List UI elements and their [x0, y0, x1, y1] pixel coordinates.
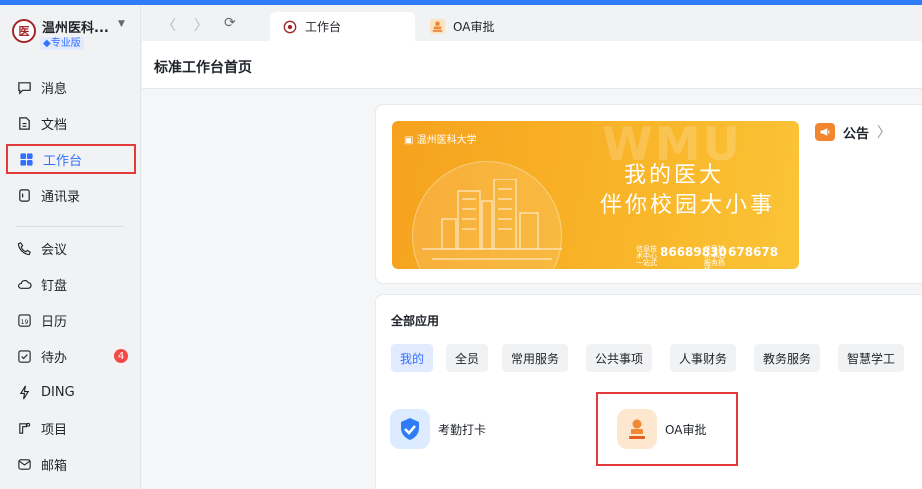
oa-approval-highlight-box	[596, 392, 738, 466]
org-switcher[interactable]: 医 温州医科... ▼ ◆专业版	[10, 15, 135, 55]
category-chip-all-staff[interactable]: 全员	[446, 344, 489, 372]
banner-slogan-line1: 我的医大	[624, 163, 725, 188]
sidebar-item-contacts[interactable]: 通讯录	[6, 180, 136, 210]
edition-badge: ◆专业版	[40, 37, 84, 50]
banner-phone2: 678678	[728, 245, 779, 259]
sidebar-item-label: 消息	[41, 81, 68, 97]
sidebar-item-label: DING	[41, 384, 75, 400]
org-name: 温州医科...	[42, 21, 109, 36]
banner-logo-text: 温州医科大学	[416, 135, 477, 146]
sidebar-item-label: 钉盘	[41, 278, 68, 294]
sidebar-item-calendar[interactable]: 19 日历	[6, 305, 136, 335]
sidebar-item-meeting[interactable]: 会议	[6, 233, 136, 263]
sidebar-item-dingpan[interactable]: 钉盘	[6, 269, 136, 299]
cloud-icon	[16, 276, 32, 292]
caret-down-icon[interactable]: ▼	[118, 19, 125, 29]
campus-buildings-illustration	[422, 179, 562, 260]
megaphone-icon	[815, 123, 835, 141]
forward-arrow-icon[interactable]: 〉	[194, 15, 208, 35]
attendance-check-icon	[390, 409, 430, 449]
sidebar-item-todo[interactable]: 待办 4	[6, 341, 136, 371]
apps-section-title: 全部应用	[391, 314, 440, 328]
chevron-right-icon[interactable]: 〉	[877, 122, 891, 142]
org-logo: 医	[12, 19, 36, 43]
sidebar-item-mail[interactable]: 邮箱	[6, 449, 136, 479]
banner-phone2-label: 信息技术中心服务热线	[704, 245, 725, 270]
sidebar-item-label: 会议	[41, 242, 68, 258]
ding-icon	[16, 384, 32, 400]
category-chip-academic-services[interactable]: 教务服务	[754, 344, 821, 372]
tab-bar: 〈 〉 ⟳ 工作台 OA审批	[142, 5, 922, 41]
tab-label: OA审批	[453, 20, 495, 34]
calendar-day: 19	[20, 318, 28, 325]
mail-icon	[16, 456, 32, 472]
category-chip-hr-finance[interactable]: 人事财务	[670, 344, 737, 372]
notice-label: 公告	[843, 126, 870, 142]
page-title: 标准工作台首页	[154, 60, 252, 76]
sidebar-item-label: 待办	[41, 350, 68, 366]
contacts-icon	[16, 187, 32, 203]
message-icon	[16, 79, 32, 95]
oa-approval-stamp-icon	[430, 19, 445, 34]
sidebar-item-label: 项目	[41, 422, 68, 438]
project-icon	[16, 420, 32, 436]
todo-count-badge: 4	[114, 349, 128, 363]
sidebar-item-workbench[interactable]: 工作台	[6, 144, 136, 174]
sidebar-item-label: 通讯录	[41, 189, 81, 205]
org-logo-small-icon	[282, 19, 297, 34]
back-arrow-icon[interactable]: 〈	[162, 15, 176, 35]
app-attendance[interactable]: 考勤打卡	[390, 409, 486, 449]
category-chip-mine[interactable]: 我的	[391, 344, 434, 372]
category-chip-public-affairs[interactable]: 公共事项	[586, 344, 653, 372]
sidebar-divider	[16, 226, 124, 227]
notice-header[interactable]: 公告 〉	[815, 122, 891, 142]
sidebar-item-project[interactable]: 项目	[6, 413, 136, 443]
sidebar-item-label: 日历	[41, 314, 68, 330]
banner-phone1-label: 信息技术中心一站式	[636, 245, 657, 267]
banner-slogan-line2: 伴你校园大小事	[600, 193, 776, 218]
page-header: 标准工作台首页	[142, 41, 922, 89]
todo-icon	[16, 348, 32, 364]
category-chip-smart-student-affairs[interactable]: 智慧学工	[838, 344, 905, 372]
tab-workbench[interactable]: 工作台	[270, 12, 415, 41]
tab-oa-approval[interactable]: OA审批	[418, 12, 558, 41]
sidebar-item-label: 邮箱	[41, 458, 68, 474]
document-icon	[16, 115, 32, 131]
phone-icon	[16, 240, 32, 256]
refresh-icon[interactable]: ⟳	[224, 15, 236, 31]
workbench-icon	[18, 151, 34, 167]
banner-university-logo: ▣ 温州医科大学	[404, 135, 477, 146]
sidebar-item-label: 工作台	[43, 153, 83, 169]
sidebar-item-label: 文档	[41, 117, 68, 133]
sidebar: 医 温州医科... ▼ ◆专业版 消息 文档 工作台 通讯录 会议 钉盘 19 …	[0, 5, 141, 489]
sidebar-item-messages[interactable]: 消息	[6, 72, 136, 102]
sidebar-item-documents[interactable]: 文档	[6, 108, 136, 138]
calendar-icon: 19	[16, 312, 32, 328]
app-label: 考勤打卡	[438, 422, 487, 437]
edition-label: 专业版	[50, 38, 81, 49]
tab-label: 工作台	[305, 20, 342, 34]
sidebar-item-ding[interactable]: DING	[6, 377, 136, 407]
banner-image[interactable]: ▣ 温州医科大学 WMU 我的医大 伴你校园大小事 信息技术中心一站式 8668…	[392, 121, 799, 269]
category-chip-common-services[interactable]: 常用服务	[502, 344, 569, 372]
